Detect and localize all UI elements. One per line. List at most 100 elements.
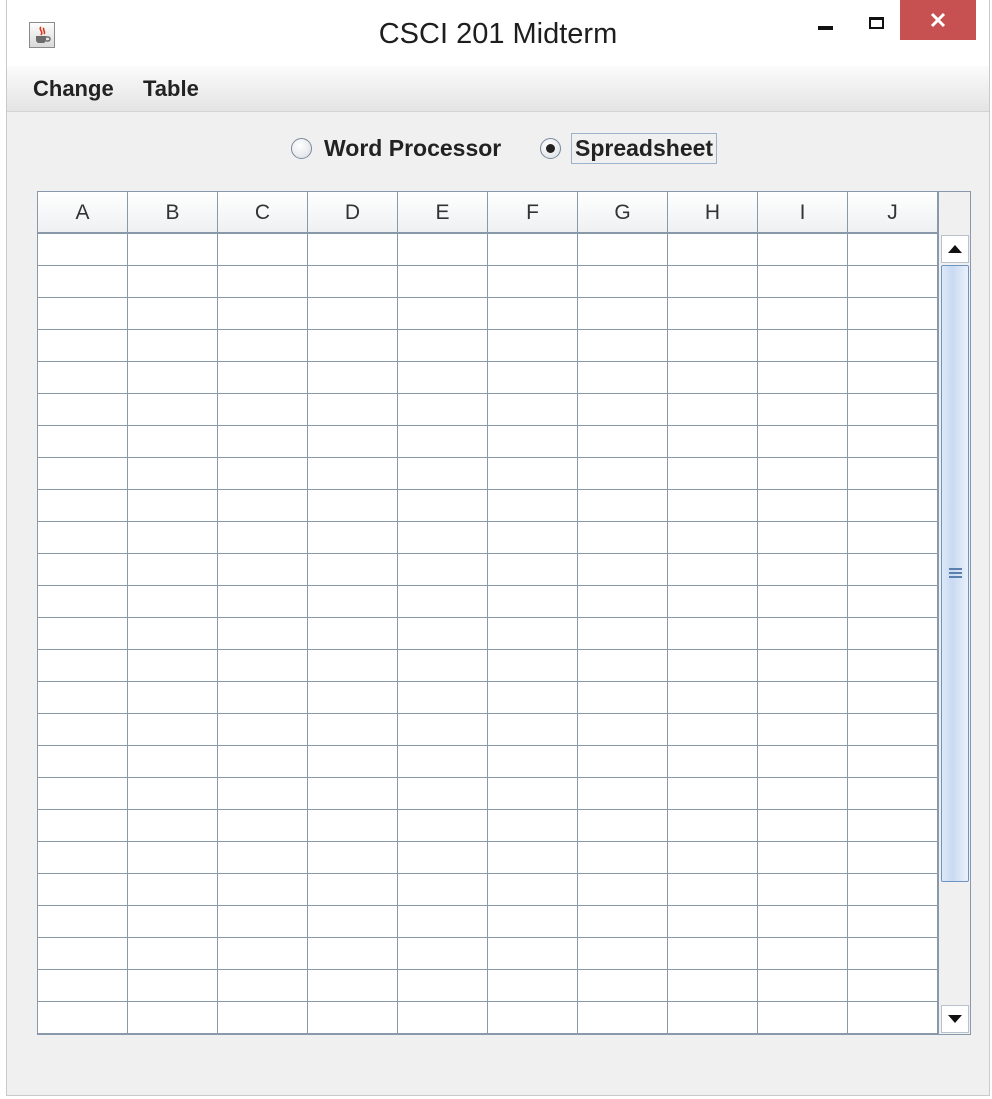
table-cell[interactable] (128, 266, 218, 297)
table-cell[interactable] (38, 842, 128, 873)
table-cell[interactable] (848, 522, 938, 553)
table-cell[interactable] (848, 650, 938, 681)
table-cell[interactable] (38, 458, 128, 489)
table-cell[interactable] (848, 874, 938, 905)
table-cell[interactable] (398, 810, 488, 841)
table-cell[interactable] (398, 586, 488, 617)
table-cell[interactable] (128, 618, 218, 649)
table-cell[interactable] (128, 714, 218, 745)
table-cell[interactable] (218, 810, 308, 841)
table-cell[interactable] (398, 714, 488, 745)
table-cell[interactable] (38, 714, 128, 745)
table-cell[interactable] (488, 458, 578, 489)
table-cell[interactable] (488, 522, 578, 553)
table-cell[interactable] (578, 330, 668, 361)
table-cell[interactable] (128, 426, 218, 457)
table-cell[interactable] (578, 394, 668, 425)
table-cell[interactable] (758, 938, 848, 969)
table-cell[interactable] (488, 426, 578, 457)
table-cell[interactable] (308, 234, 398, 265)
table-cell[interactable] (488, 490, 578, 521)
table-cell[interactable] (668, 714, 758, 745)
table-cell[interactable] (128, 938, 218, 969)
table-cell[interactable] (578, 810, 668, 841)
table-cell[interactable] (128, 906, 218, 937)
table-cell[interactable] (398, 650, 488, 681)
table-cell[interactable] (398, 842, 488, 873)
table-cell[interactable] (128, 746, 218, 777)
table-cell[interactable] (668, 938, 758, 969)
table-cell[interactable] (758, 618, 848, 649)
column-header-b[interactable]: B (128, 192, 218, 232)
table-cell[interactable] (848, 266, 938, 297)
close-button[interactable] (900, 0, 976, 40)
table-cell[interactable] (578, 1002, 668, 1033)
table-cell[interactable] (668, 970, 758, 1001)
table-cell[interactable] (128, 330, 218, 361)
table-cell[interactable] (128, 458, 218, 489)
table-cell[interactable] (398, 490, 488, 521)
table-cell[interactable] (308, 842, 398, 873)
table-cell[interactable] (308, 714, 398, 745)
table-cell[interactable] (578, 714, 668, 745)
table-cell[interactable] (488, 746, 578, 777)
table-cell[interactable] (308, 458, 398, 489)
table-cell[interactable] (848, 682, 938, 713)
table-cell[interactable] (758, 426, 848, 457)
table-cell[interactable] (128, 810, 218, 841)
table-cell[interactable] (668, 810, 758, 841)
table-cell[interactable] (218, 426, 308, 457)
spreadsheet-label[interactable]: Spreadsheet (571, 133, 718, 164)
word-processor-radio[interactable] (291, 138, 312, 159)
table-cell[interactable] (578, 778, 668, 809)
table-cell[interactable] (398, 874, 488, 905)
table-cell[interactable] (38, 778, 128, 809)
table-cell[interactable] (848, 778, 938, 809)
table-cell[interactable] (578, 650, 668, 681)
table-cell[interactable] (398, 266, 488, 297)
column-header-c[interactable]: C (218, 192, 308, 232)
table-cell[interactable] (578, 746, 668, 777)
table-cell[interactable] (398, 426, 488, 457)
table-cell[interactable] (218, 458, 308, 489)
table-cell[interactable] (398, 394, 488, 425)
table-cell[interactable] (578, 426, 668, 457)
table-cell[interactable] (668, 554, 758, 585)
table-cell[interactable] (38, 362, 128, 393)
column-header-j[interactable]: J (848, 192, 938, 232)
table-cell[interactable] (488, 362, 578, 393)
table-cell[interactable] (668, 490, 758, 521)
table-cell[interactable] (308, 362, 398, 393)
table-cell[interactable] (848, 586, 938, 617)
table-cell[interactable] (668, 682, 758, 713)
table-cell[interactable] (668, 874, 758, 905)
table-cell[interactable] (128, 490, 218, 521)
table-cell[interactable] (848, 714, 938, 745)
table-cell[interactable] (218, 266, 308, 297)
table-cell[interactable] (128, 394, 218, 425)
table-cell[interactable] (758, 906, 848, 937)
table-cell[interactable] (308, 554, 398, 585)
column-header-i[interactable]: I (758, 192, 848, 232)
table-cell[interactable] (128, 362, 218, 393)
table-cell[interactable] (38, 1002, 128, 1033)
table-cell[interactable] (38, 490, 128, 521)
table-cell[interactable] (758, 746, 848, 777)
table-cell[interactable] (128, 778, 218, 809)
table-cell[interactable] (668, 1002, 758, 1033)
table-cell[interactable] (398, 618, 488, 649)
table-cell[interactable] (308, 746, 398, 777)
table-cell[interactable] (848, 618, 938, 649)
table-cell[interactable] (488, 586, 578, 617)
table-cell[interactable] (848, 938, 938, 969)
table-cell[interactable] (218, 650, 308, 681)
table-cell[interactable] (308, 586, 398, 617)
table-cell[interactable] (308, 682, 398, 713)
table-cell[interactable] (668, 330, 758, 361)
table-cell[interactable] (488, 906, 578, 937)
table-cell[interactable] (848, 970, 938, 1001)
table-cell[interactable] (218, 586, 308, 617)
table-cell[interactable] (218, 938, 308, 969)
table-cell[interactable] (668, 426, 758, 457)
table-cell[interactable] (758, 362, 848, 393)
